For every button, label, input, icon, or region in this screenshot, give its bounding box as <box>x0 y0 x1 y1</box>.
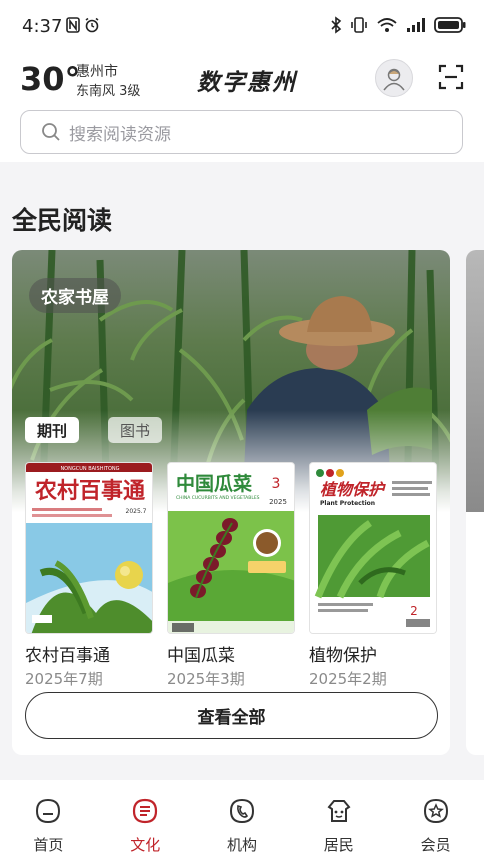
nav-label: 居民 <box>323 836 354 854</box>
alarm-icon <box>85 17 99 33</box>
book-cover: 植物保护 Plant Protection 2 <box>309 462 437 634</box>
cover-title: 农村百事通 <box>34 478 145 504</box>
bluetooth-icon <box>331 16 342 34</box>
section-title: 全民阅读 <box>12 206 113 235</box>
status-bar: 4:37 <box>0 0 484 54</box>
resident-icon <box>327 800 351 822</box>
member-icon <box>423 798 448 824</box>
cover-issue-number: 3 <box>272 476 281 492</box>
nav-item-member[interactable]: 会员 <box>387 780 484 865</box>
next-card-peek[interactable] <box>466 250 484 755</box>
nav-item-resident[interactable]: 居民 <box>290 780 387 865</box>
cover-year: 2025 <box>269 498 287 506</box>
cover-subtitle: Plant Protection <box>320 500 375 507</box>
cover-issue-number: 2 <box>410 604 418 618</box>
bottom-nav: 首页 文化 机构 居民 会员 <box>0 780 484 865</box>
nav-label: 机构 <box>226 836 257 854</box>
search-input[interactable]: 搜索阅读资源 <box>20 110 463 154</box>
nav-item-culture[interactable]: 文化 <box>97 780 194 865</box>
status-time: 4:37 <box>22 16 63 37</box>
avatar[interactable] <box>375 59 413 97</box>
culture-icon <box>133 798 158 824</box>
vibrate-icon <box>351 17 367 33</box>
next-card-image <box>466 250 484 512</box>
nav-item-institution[interactable]: 机构 <box>194 780 291 865</box>
book-issue: 2025年7期 <box>25 670 103 688</box>
book-title: 植物保护 <box>309 646 377 666</box>
institution-icon <box>229 798 254 824</box>
book-cover: NONGCUN BAISHITONG 农村百事通 2025.7 <box>25 462 153 634</box>
signal-icon <box>407 18 425 32</box>
hero-badge: 农家书屋 <box>29 278 121 313</box>
book-issue: 2025年2期 <box>309 670 387 688</box>
user-avatar-icon <box>383 68 405 91</box>
weather-city: 惠州市 <box>76 64 118 80</box>
nav-label: 首页 <box>33 836 64 854</box>
tab-periodicals[interactable]: 期刊 <box>25 417 80 443</box>
wifi-icon <box>377 18 397 32</box>
weather-wind: 东南风 3级 <box>76 84 141 99</box>
app-title: 数字惠州 <box>197 69 297 96</box>
cover-issue: 2025.7 <box>126 508 147 515</box>
cover-title: 中国瓜菜 <box>176 472 252 495</box>
view-all-button[interactable]: 查看全部 <box>25 692 438 739</box>
book-item[interactable]: 中国瓜菜 3 CHINA CUCURBITS AND VEGETABLES 20… <box>167 462 295 689</box>
status-right-icons <box>330 16 466 34</box>
nfc-icon <box>66 17 80 33</box>
battery-icon <box>434 17 466 33</box>
scan-icon[interactable] <box>438 64 464 90</box>
nav-item-home[interactable]: 首页 <box>0 780 97 865</box>
cover-header: NONGCUN BAISHITONG <box>60 466 119 472</box>
nav-label: 文化 <box>130 836 161 854</box>
book-item[interactable]: NONGCUN BAISHITONG 农村百事通 2025.7 农村百事通 20… <box>25 462 153 689</box>
header: 30° 惠州市 东南风 3级 数字惠州 搜索阅读资源 <box>0 54 484 162</box>
home-icon <box>36 798 61 824</box>
tab-books[interactable]: 图书 <box>108 417 163 443</box>
search-icon <box>42 123 60 141</box>
status-left-icons <box>66 17 100 33</box>
cover-title: 植物保护 <box>320 480 386 499</box>
book-cover: 中国瓜菜 3 CHINA CUCURBITS AND VEGETABLES 20… <box>167 462 295 634</box>
book-title: 农村百事通 <box>25 646 110 666</box>
weather-temperature: 30° <box>20 60 81 98</box>
cover-subtitle: CHINA CUCURBITS AND VEGETABLES <box>176 495 260 501</box>
book-item[interactable]: 植物保护 Plant Protection 2 植物保护 2025年2期 <box>309 462 437 689</box>
reading-card[interactable]: 农家书屋 期刊 图书 NONGCUN BAISHITONG 农村百事通 2025… <box>12 250 450 755</box>
nav-label: 会员 <box>420 836 451 854</box>
book-title: 中国瓜菜 <box>167 646 235 666</box>
search-placeholder: 搜索阅读资源 <box>69 124 171 145</box>
book-issue: 2025年3期 <box>167 670 245 688</box>
